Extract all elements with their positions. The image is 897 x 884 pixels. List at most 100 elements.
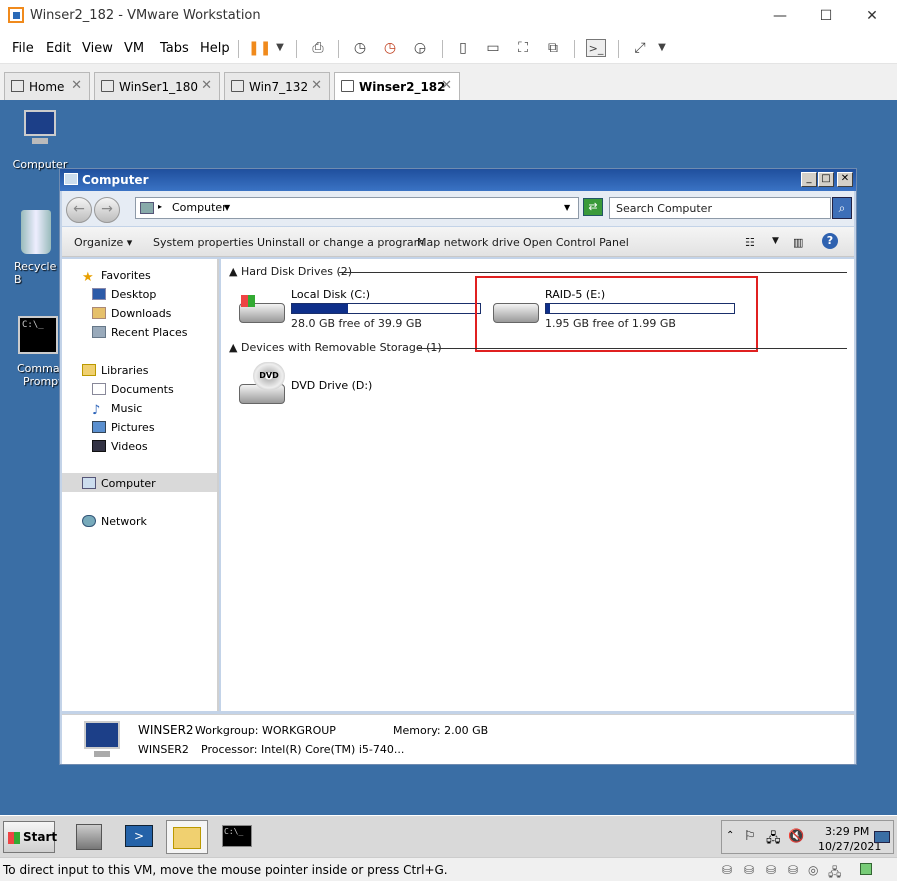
powershell-icon: > bbox=[125, 825, 153, 847]
search-input[interactable]: Search Computer bbox=[609, 197, 831, 219]
start-button[interactable]: Start bbox=[3, 821, 57, 853]
nav-favorites[interactable]: ★ Favorites bbox=[82, 269, 151, 285]
desktop-computer[interactable]: Computer bbox=[10, 108, 70, 171]
drive-d-name[interactable]: DVD Drive (D:) bbox=[291, 379, 372, 392]
change-view-icon[interactable]: ☷ bbox=[745, 236, 755, 249]
library-icon[interactable]: ▯ bbox=[453, 39, 473, 57]
clock-time[interactable]: 3:29 PM bbox=[825, 825, 869, 838]
close-tab-icon[interactable]: ✕ bbox=[441, 78, 452, 93]
stretch-icon[interactable]: ⤢ bbox=[630, 39, 650, 57]
nav-computer[interactable]: Computer bbox=[82, 477, 156, 490]
nav-pictures[interactable]: Pictures bbox=[92, 421, 155, 434]
hdd-status-icon[interactable]: ⛁ bbox=[788, 863, 798, 877]
address-dropdown-icon[interactable]: ▼ bbox=[564, 203, 570, 212]
forward-button[interactable]: → bbox=[94, 197, 120, 223]
explorer-titlebar: Computer _ □ ✕ bbox=[60, 169, 856, 191]
back-button[interactable]: ← bbox=[66, 197, 92, 223]
explorer-taskbar-button[interactable] bbox=[166, 820, 208, 854]
view-dropdown-icon[interactable]: ▼ bbox=[772, 236, 779, 246]
breadcrumb-dropdown-icon[interactable]: ▼ bbox=[224, 203, 230, 212]
close-tab-icon[interactable]: ✕ bbox=[71, 78, 82, 93]
show-hidden-icons[interactable]: ⌃ bbox=[726, 830, 734, 841]
menu-file[interactable]: File bbox=[12, 41, 34, 56]
removable-group-header[interactable]: ▲ Devices with Removable Storage (1) bbox=[229, 341, 446, 354]
revert-snapshot-icon[interactable]: ◷ bbox=[380, 39, 400, 57]
desktop-command-prompt[interactable]: C:\_ Comman Prompt bbox=[6, 316, 67, 388]
tab-home[interactable]: Home ✕ bbox=[4, 72, 90, 100]
cmd-taskbar-button[interactable]: C:\_ bbox=[216, 820, 258, 854]
nav-desktop[interactable]: Desktop bbox=[92, 288, 156, 301]
desktop-icon bbox=[92, 288, 106, 300]
close-tab-icon[interactable]: ✕ bbox=[201, 78, 212, 93]
guest-taskbar: Start > C:\_ ⌃ ⚐ 🖧 🔇 3:29 PM 10/27/2021 bbox=[0, 815, 897, 857]
snapshot-icon[interactable]: ◷ bbox=[350, 39, 370, 57]
close-tab-icon[interactable]: ✕ bbox=[311, 78, 322, 93]
fullscreen-icon[interactable]: ⛶ bbox=[513, 39, 533, 57]
desktop-recycle-bin[interactable]: Recycle B bbox=[6, 210, 66, 286]
thumbnail-icon[interactable]: ▭ bbox=[483, 39, 503, 57]
command-prompt-icon: C:\_ bbox=[18, 316, 58, 354]
snapshot-manager-icon[interactable]: ◶ bbox=[410, 39, 430, 57]
downloads-icon bbox=[92, 307, 106, 319]
address-box[interactable]: ▸ Computer ▼ ▼ bbox=[135, 197, 579, 219]
powershell-button[interactable]: > bbox=[118, 820, 160, 854]
clock-date[interactable]: 10/27/2021 bbox=[818, 840, 881, 853]
hdd-status-icon[interactable]: ⛁ bbox=[744, 863, 754, 877]
stretch-dropdown-icon[interactable]: ▼ bbox=[652, 39, 672, 57]
dvd-drive-item[interactable]: DVD bbox=[237, 362, 289, 410]
console-icon[interactable]: >_ bbox=[586, 39, 606, 57]
tab-win7[interactable]: Win7_132 ✕ bbox=[224, 72, 330, 100]
tab-winser2[interactable]: Winser2_182 ✕ bbox=[334, 72, 460, 101]
breadcrumb-arrow-icon[interactable]: ▸ bbox=[158, 202, 162, 211]
network-tray-icon[interactable]: 🖧 bbox=[766, 829, 781, 851]
show-desktop-icon[interactable] bbox=[874, 831, 890, 843]
local-disk-c-item[interactable] bbox=[237, 289, 289, 327]
send-keys-icon[interactable]: ⎙ bbox=[308, 39, 328, 57]
explorer-close-button[interactable]: ✕ bbox=[837, 172, 853, 187]
guest-desktop[interactable]: Computer Recycle B C:\_ Comman Prompt Co… bbox=[0, 100, 897, 857]
vmware-menubar: File Edit View VM Tabs Help ❚❚ ▼ ⎙ ◷ ◷ ◶… bbox=[0, 32, 897, 64]
pause-icon[interactable]: ❚❚ bbox=[248, 39, 271, 57]
open-control-panel-button[interactable]: Open Control Panel bbox=[523, 236, 629, 249]
hdd-group-header[interactable]: ▲ Hard Disk Drives (2) bbox=[229, 265, 352, 278]
nav-libraries[interactable]: Libraries bbox=[82, 364, 149, 377]
menu-help[interactable]: Help bbox=[200, 41, 230, 56]
menu-edit[interactable]: Edit bbox=[46, 41, 71, 56]
breadcrumb-computer[interactable]: Computer bbox=[172, 201, 227, 214]
explorer-minimize-button[interactable]: _ bbox=[801, 172, 817, 187]
nav-videos[interactable]: Videos bbox=[92, 440, 148, 453]
map-network-drive-button[interactable]: Map network drive bbox=[417, 236, 520, 249]
star-icon: ★ bbox=[82, 270, 94, 285]
nav-recent-places[interactable]: Recent Places bbox=[92, 326, 188, 339]
volume-muted-icon[interactable]: 🔇 bbox=[788, 829, 804, 844]
nav-downloads[interactable]: Downloads bbox=[92, 307, 171, 320]
details-computer-name: WINSER2 bbox=[138, 723, 194, 737]
message-icon[interactable] bbox=[860, 863, 872, 875]
cd-status-icon[interactable]: ◎ bbox=[808, 863, 818, 877]
unity-icon[interactable]: ⧉ bbox=[543, 39, 563, 57]
maximize-button[interactable]: ☐ bbox=[806, 4, 846, 28]
preview-pane-icon[interactable]: ▥ bbox=[793, 236, 803, 249]
refresh-icon[interactable]: ⇄ bbox=[583, 198, 603, 216]
server-manager-button[interactable] bbox=[68, 820, 110, 854]
system-properties-button[interactable]: System properties bbox=[153, 236, 254, 249]
menu-tabs[interactable]: Tabs bbox=[160, 41, 189, 56]
minimize-button[interactable]: — bbox=[760, 4, 800, 28]
close-button[interactable]: ✕ bbox=[852, 4, 892, 28]
nav-documents[interactable]: Documents bbox=[92, 383, 174, 396]
menu-view[interactable]: View bbox=[82, 41, 113, 56]
nav-network[interactable]: Network bbox=[82, 515, 147, 528]
search-icon[interactable]: ⌕ bbox=[832, 197, 852, 219]
drive-c-name[interactable]: Local Disk (C:) bbox=[291, 288, 370, 301]
organize-button[interactable]: Organize ▾ bbox=[74, 236, 132, 249]
help-icon[interactable]: ? bbox=[822, 233, 838, 249]
menu-vm[interactable]: VM bbox=[124, 41, 144, 56]
tab-winser1[interactable]: WinSer1_180 ✕ bbox=[94, 72, 220, 100]
explorer-maximize-button[interactable]: □ bbox=[818, 172, 834, 187]
flag-icon[interactable]: ⚐ bbox=[744, 829, 756, 844]
uninstall-program-button[interactable]: Uninstall or change a program bbox=[257, 236, 424, 249]
hdd-status-icon[interactable]: ⛁ bbox=[766, 863, 776, 877]
hdd-status-icon[interactable]: ⛁ bbox=[722, 863, 732, 877]
power-dropdown-icon[interactable]: ▼ bbox=[270, 39, 290, 57]
nav-music[interactable]: ♪ Music bbox=[92, 402, 142, 418]
